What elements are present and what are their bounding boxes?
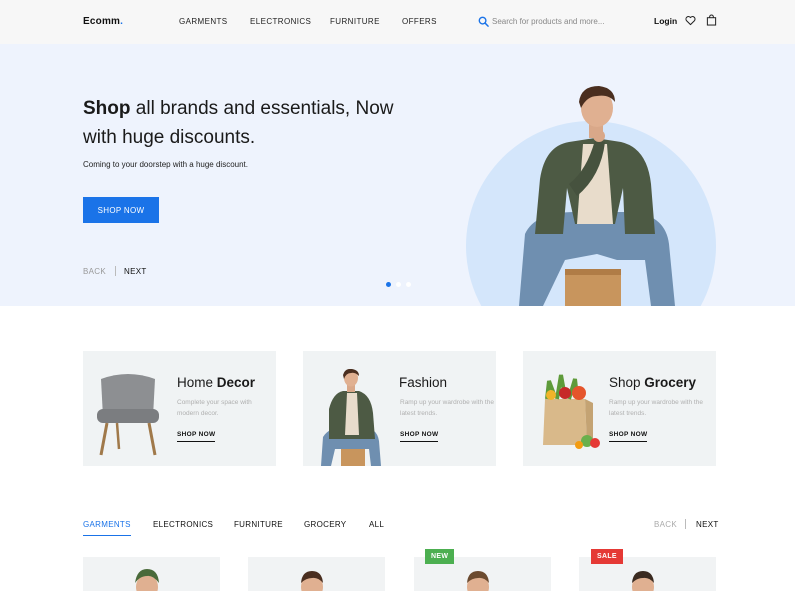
bag-icon[interactable] — [706, 14, 717, 26]
tab-furniture[interactable]: FURNITURE — [234, 520, 283, 529]
category-title: Home Decor — [177, 375, 255, 390]
category-title-plain: Shop — [609, 375, 645, 390]
nav-offers[interactable]: OFFERS — [402, 17, 437, 26]
logo-dot: . — [120, 16, 124, 27]
product-image — [467, 571, 489, 591]
category-card-home-decor[interactable]: Home Decor Complete your space with mode… — [83, 351, 276, 466]
category-title-bold: Decor — [216, 375, 256, 390]
grocery-bag-image — [543, 374, 600, 449]
product-image — [135, 569, 159, 591]
hero-title: Shop all brands and essentials, Now with… — [83, 94, 413, 152]
hero-back-button[interactable]: BACK — [83, 267, 106, 276]
hero-nav-divider — [115, 266, 116, 276]
category-shop-now-link[interactable]: SHOP NOW — [177, 431, 216, 442]
nav-furniture[interactable]: FURNITURE — [330, 17, 380, 26]
fashion-model-image — [321, 369, 381, 466]
products-next-button[interactable]: NEXT — [696, 520, 719, 529]
search-icon[interactable] — [478, 16, 489, 27]
login-link[interactable]: Login — [654, 16, 677, 26]
logo[interactable]: Ecomm. — [83, 16, 123, 27]
heart-icon[interactable] — [685, 15, 696, 26]
header: Ecomm. GARMENTS ELECTRONICS FURNITURE OF… — [0, 0, 795, 44]
hero-carousel-dots — [386, 282, 411, 287]
search-input[interactable] — [492, 13, 622, 29]
products-nav-divider — [685, 519, 686, 529]
new-badge: NEW — [425, 549, 455, 564]
category-description: Ramp up your wardrobe with the latest tr… — [400, 399, 494, 417]
category-title-plain: Home — [177, 375, 217, 390]
category-description: Ramp up your wardrobe with the latest tr… — [609, 399, 703, 417]
carousel-dot-3[interactable] — [406, 282, 411, 287]
tab-electronics[interactable]: ELECTRONICS — [153, 520, 213, 529]
hero-title-rest: all brands and essentials, Now with huge… — [83, 98, 394, 148]
category-title-plain: Fashion — [399, 375, 448, 390]
hero-title-bold: Shop — [83, 98, 131, 119]
page: Ecomm. GARMENTS ELECTRONICS FURNITURE OF… — [0, 0, 795, 591]
tab-garments[interactable]: GARMENTS — [83, 520, 131, 536]
tab-grocery[interactable]: GROCERY — [304, 520, 346, 529]
carousel-dot-1[interactable] — [386, 282, 391, 287]
category-card-fashion[interactable]: Fashion Ramp up your wardrobe with the l… — [303, 351, 496, 466]
nav-electronics[interactable]: ELECTRONICS — [250, 17, 311, 26]
logo-text: Ecomm — [83, 16, 121, 27]
product-image — [301, 571, 323, 591]
sale-badge: SALE — [591, 549, 623, 564]
armchair-image — [97, 374, 159, 456]
hero-shop-now-button[interactable]: SHOP NOW — [83, 197, 159, 223]
category-title: Shop Grocery — [609, 375, 696, 390]
category-shop-now-link[interactable]: SHOP NOW — [400, 431, 439, 442]
hero-next-button[interactable]: NEXT — [124, 267, 147, 276]
nav-garments[interactable]: GARMENTS — [179, 17, 228, 26]
category-shop-now-link[interactable]: SHOP NOW — [609, 431, 648, 442]
category-description: Complete your space with modern decor. — [177, 399, 252, 417]
products-back-button[interactable]: BACK — [654, 520, 677, 529]
tab-all[interactable]: ALL — [369, 520, 384, 529]
carousel-dot-2[interactable] — [396, 282, 401, 287]
product-card[interactable] — [248, 557, 385, 591]
product-card[interactable] — [83, 557, 220, 591]
hero-model-image — [519, 86, 675, 306]
category-card-grocery[interactable]: Shop Grocery Ramp up your wardrobe with … — [523, 351, 716, 466]
hero-subtitle: Coming to your doorstep with a huge disc… — [83, 160, 248, 169]
category-title: Fashion — [399, 375, 447, 390]
category-title-bold: Grocery — [644, 375, 697, 390]
hero-banner: Shop all brands and essentials, Now with… — [0, 44, 795, 306]
product-image — [632, 571, 654, 591]
